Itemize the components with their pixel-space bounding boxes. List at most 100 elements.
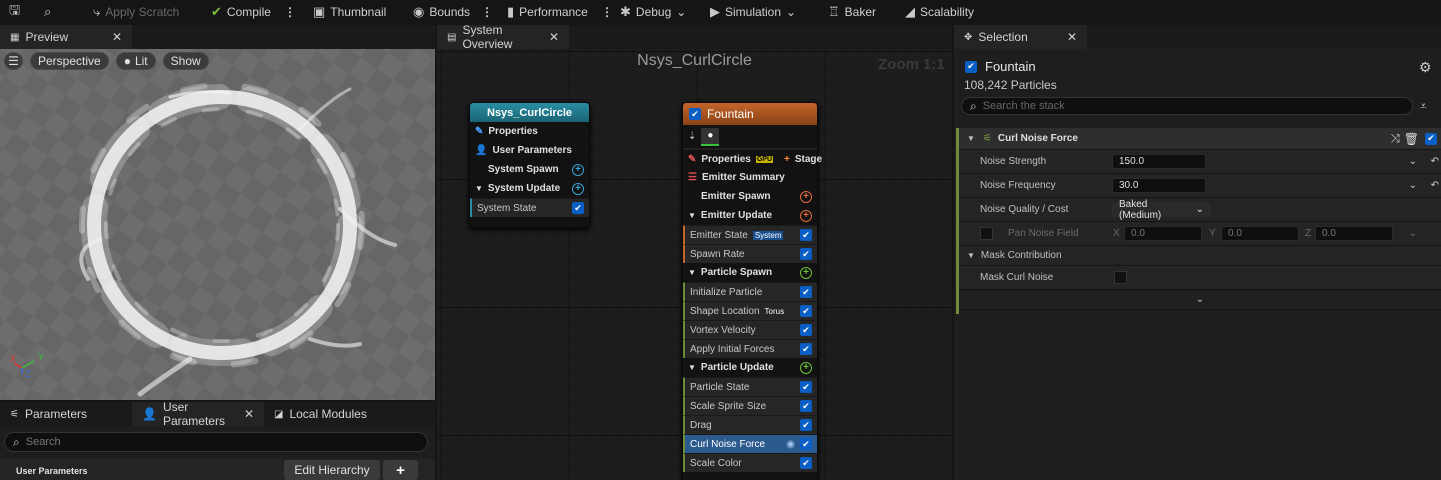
pan-noise-y-input[interactable]: 0.0 <box>1221 226 1299 241</box>
module-spawn-rate[interactable]: Spawn Rate ✔ <box>683 244 817 263</box>
edit-hierarchy-button[interactable]: Edit Hierarchy <box>284 460 380 480</box>
chevron-down-icon[interactable]: ⌄ <box>1409 180 1417 191</box>
add-module-icon[interactable]: + <box>572 182 584 195</box>
show-button[interactable]: Show <box>162 52 209 70</box>
add-module-icon[interactable]: + <box>572 163 584 176</box>
add-module-icon[interactable]: + <box>800 361 812 374</box>
system-update-stage[interactable]: ▼ System Update + <box>470 179 589 198</box>
bounds-button[interactable]: ◉ Bounds <box>413 0 470 24</box>
delete-icon[interactable]: 🗑 <box>1404 132 1419 146</box>
module-curl-noise-force[interactable]: Curl Noise Force ◉ ✔ <box>683 434 817 453</box>
enabled-checkbox[interactable]: ✔ <box>800 248 812 260</box>
add-module-icon[interactable]: + <box>800 190 812 203</box>
module-scale-sprite-size[interactable]: Scale Sprite Size ✔ <box>683 396 817 415</box>
perspective-button[interactable]: Perspective <box>30 52 109 70</box>
enabled-checkbox[interactable]: ✔ <box>800 381 812 393</box>
enabled-checkbox[interactable]: ✔ <box>800 305 812 317</box>
stack-search-input[interactable]: ⌕ Search the stack <box>961 97 1413 115</box>
add-parameter-button[interactable]: + <box>383 460 418 480</box>
expand-advanced-button[interactable]: ⌄ <box>959 290 1441 310</box>
emitter-spawn-stage[interactable]: Emitter Spawn + <box>683 187 817 206</box>
noise-frequency-input[interactable]: 30.0 <box>1112 178 1206 193</box>
enabled-checkbox[interactable]: ✔ <box>800 457 812 469</box>
module-particle-state[interactable]: Particle State ✔ <box>683 377 817 396</box>
add-module-icon[interactable]: + <box>800 266 812 279</box>
sprite-renderer-icon[interactable]: ● <box>701 127 720 146</box>
module-scale-color[interactable]: Scale Color ✔ <box>683 453 817 472</box>
pan-noise-x-input[interactable]: 0.0 <box>1124 226 1202 241</box>
add-stage-icon[interactable]: + <box>784 154 790 165</box>
particle-spawn-stage[interactable]: ▼ Particle Spawn + <box>683 263 817 282</box>
preview-viewport[interactable]: ☰ Perspective ● Lit Show X Y Z <box>0 49 435 400</box>
emitter-summary[interactable]: ☰ Emitter Summary <box>683 168 817 187</box>
gear-icon[interactable]: ⚙ <box>1419 59 1432 76</box>
pin-icon[interactable]: ⇣ <box>688 131 696 142</box>
tab-preview[interactable]: ▦ Preview ✕ <box>0 25 132 49</box>
close-icon[interactable]: ✕ <box>549 30 559 44</box>
lit-button[interactable]: ● Lit <box>115 52 156 70</box>
module-enabled-checkbox[interactable]: ✔ <box>1425 132 1437 145</box>
baker-button[interactable]: ♖ Baker <box>828 0 876 24</box>
pan-noise-z-input[interactable]: 0.0 <box>1315 226 1393 241</box>
noise-strength-input[interactable]: 150.0 <box>1112 154 1206 169</box>
enabled-checkbox[interactable]: ✔ <box>800 343 812 355</box>
system-node[interactable]: Nsys_CurlCircle ✎ Properties 👤 User Parame… <box>469 102 590 228</box>
tab-parameters[interactable]: ⚟ Parameters <box>0 402 132 426</box>
mask-curl-noise-checkbox[interactable] <box>1114 271 1127 284</box>
module-apply-initial-forces[interactable]: Apply Initial Forces ✔ <box>683 339 817 358</box>
chevron-down-icon[interactable]: ⌄ <box>1409 228 1417 239</box>
close-icon[interactable]: ✕ <box>244 407 254 421</box>
mask-contribution-header[interactable]: ▼ Mask Contribution <box>959 246 1441 266</box>
emitter-enabled-checkbox[interactable]: ✔ <box>965 60 977 73</box>
module-emitter-state[interactable]: Emitter State System ✔ <box>683 225 817 244</box>
parameters-search-input[interactable]: ⌕ Search <box>4 432 428 452</box>
tab-local-modules[interactable]: ◪ Local Modules <box>264 402 384 426</box>
enabled-checkbox[interactable]: ✔ <box>572 202 584 214</box>
close-icon[interactable]: ✕ <box>112 30 122 44</box>
thumbnail-button[interactable]: ▣ Thumbnail <box>313 0 386 24</box>
curl-noise-force-header[interactable]: ▼ ⚟ Curl Noise Force ⤨ 🗑 ✔ <box>959 128 1441 150</box>
bounds-options-icon[interactable]: ⋮ <box>481 0 493 24</box>
viewport-menu-icon[interactable]: ☰ <box>4 52 23 70</box>
save-icon[interactable]: 🖫 <box>9 0 20 24</box>
emitter-enabled-checkbox[interactable]: ✔ <box>689 108 701 120</box>
enabled-checkbox[interactable]: ✔ <box>800 286 812 298</box>
system-spawn-stage[interactable]: System Spawn + <box>470 160 589 179</box>
emitter-properties[interactable]: ✎ Properties GPU + Stage <box>683 149 822 168</box>
enabled-checkbox[interactable]: ✔ <box>800 438 812 450</box>
eye-icon[interactable]: ◉ <box>786 439 795 450</box>
apply-scratch-button[interactable]: ⤷ Apply Scratch <box>93 0 179 24</box>
reset-icon[interactable]: ↶ <box>1431 156 1439 167</box>
emitter-update-stage[interactable]: ▼ Emitter Update + <box>683 206 817 225</box>
browse-icon[interactable]: ⌕ <box>44 0 51 24</box>
module-system-state[interactable]: System State ✔ <box>470 198 589 217</box>
add-module-icon[interactable]: + <box>800 209 812 222</box>
module-vortex-velocity[interactable]: Vortex Velocity ✔ <box>683 320 817 339</box>
filter-icon[interactable]: ⩡ <box>1420 99 1427 114</box>
system-properties[interactable]: ✎ Properties <box>470 122 589 141</box>
tab-selection[interactable]: ✥ Selection ✕ <box>954 25 1087 49</box>
emitter-node-title[interactable]: ✔ Fountain <box>683 103 817 125</box>
enabled-checkbox[interactable]: ✔ <box>800 229 812 241</box>
shuffle-icon[interactable]: ⤨ <box>1390 131 1400 146</box>
system-user-parameters[interactable]: 👤 User Parameters <box>470 141 589 160</box>
debug-button[interactable]: ✱ Debug ⌄ <box>620 0 686 24</box>
module-drag[interactable]: Drag ✔ <box>683 415 817 434</box>
tab-system-overview[interactable]: ▤ System Overview ✕ <box>437 25 569 51</box>
performance-options-icon[interactable]: ⋮ <box>601 0 613 24</box>
close-icon[interactable]: ✕ <box>1067 30 1077 44</box>
pan-noise-checkbox[interactable] <box>980 227 993 240</box>
enabled-checkbox[interactable]: ✔ <box>800 324 812 336</box>
chevron-down-icon[interactable]: ⌄ <box>1409 156 1417 167</box>
reset-icon[interactable]: ↶ <box>1431 180 1439 191</box>
performance-button[interactable]: ▮ Performance <box>507 0 588 24</box>
add-stage-button[interactable]: Stage <box>795 154 822 165</box>
scalability-button[interactable]: ◢ Scalability <box>905 0 974 24</box>
enabled-checkbox[interactable]: ✔ <box>800 419 812 431</box>
compile-options-icon[interactable]: ⋮ <box>284 0 296 24</box>
tab-user-parameters[interactable]: 👤 User Parameters ✕ <box>132 400 264 428</box>
module-initialize-particle[interactable]: Initialize Particle ✔ <box>683 282 817 301</box>
emitter-node[interactable]: ✔ Fountain ⇣ ● ✎ Properties GPU + Stage ☰ Emi… <box>682 102 822 480</box>
simulation-button[interactable]: ▶ Simulation ⌄ <box>710 0 796 24</box>
noise-quality-select[interactable]: Baked (Medium) ⌄ <box>1112 199 1211 221</box>
